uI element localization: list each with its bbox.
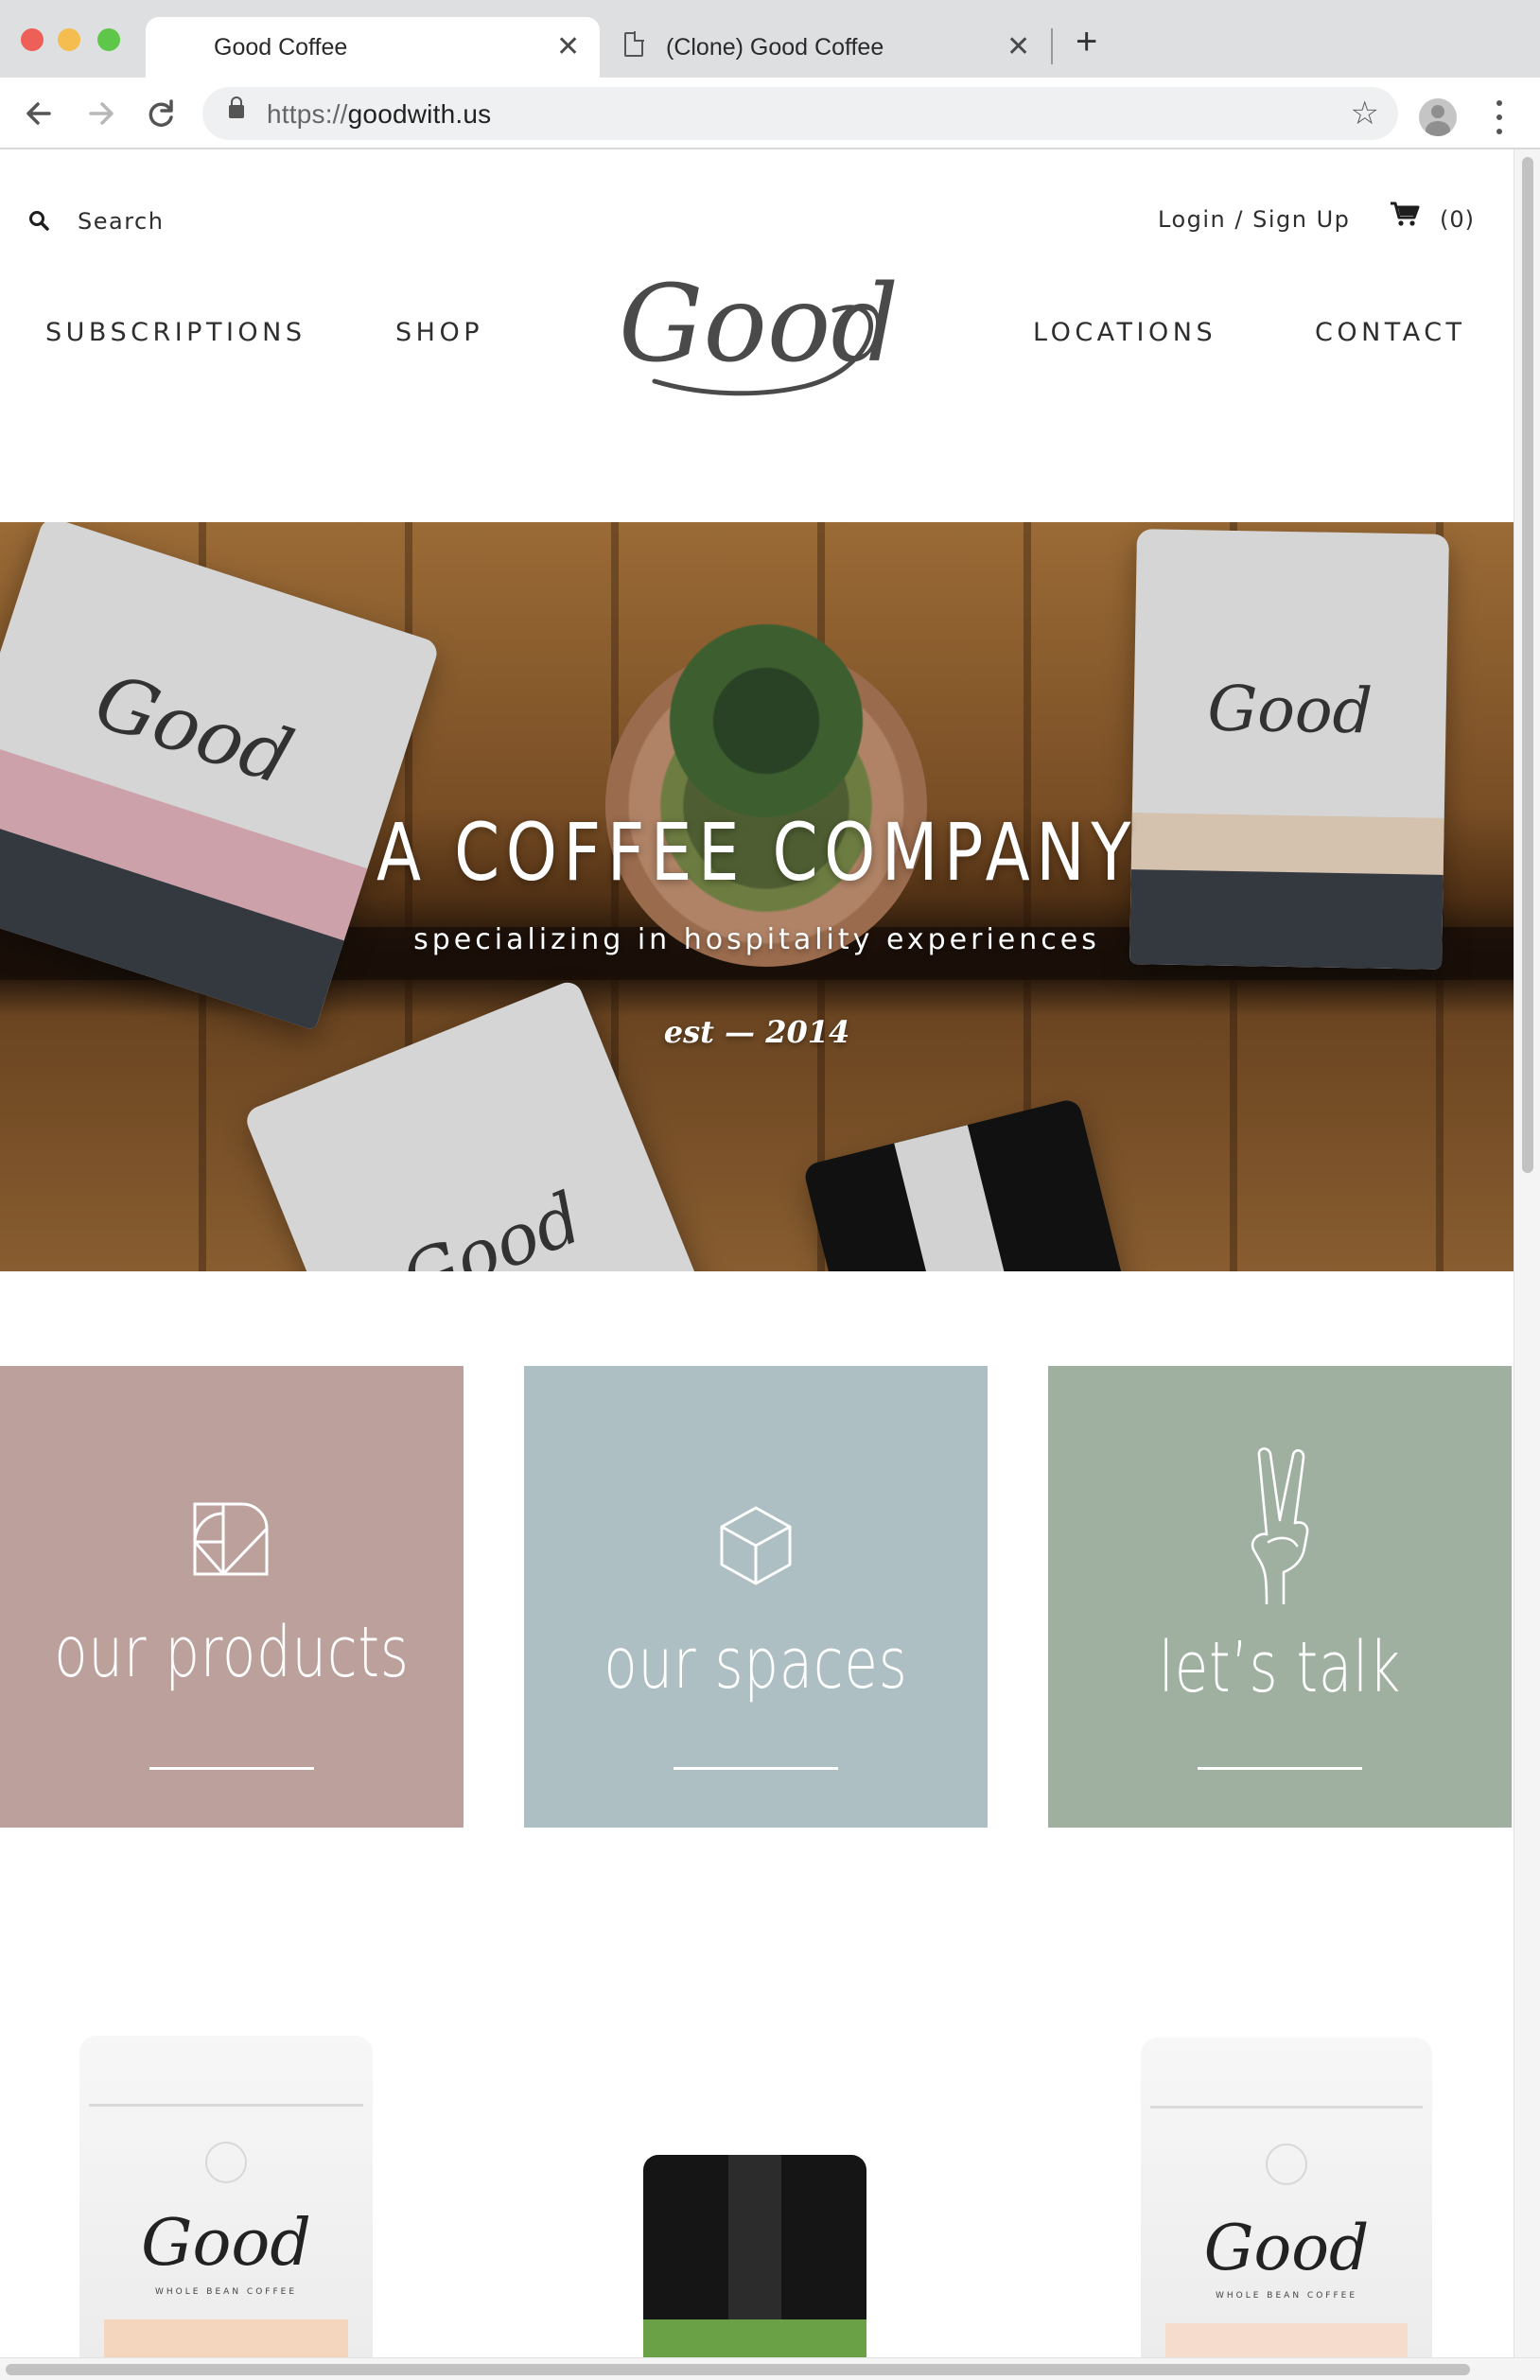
product-caption: WHOLE BEAN COFFEE <box>1215 2291 1358 2301</box>
logo-swash <box>652 305 874 396</box>
scrollbar-thumb[interactable] <box>6 2364 1470 2375</box>
tile-underline <box>1198 1767 1362 1770</box>
hero-title: A COFFEE COMPANY <box>376 806 1138 899</box>
address-bar[interactable]: https://goodwith.us ☆ <box>202 87 1398 140</box>
product-bag-black[interactable] <box>643 2155 866 2357</box>
tab-title: (Clone) Good Coffee <box>666 34 884 61</box>
profile-icon[interactable] <box>1419 98 1457 136</box>
nav-contact[interactable]: CONTACT <box>1315 318 1466 347</box>
bag-valve <box>1266 2144 1307 2185</box>
close-window-button[interactable] <box>21 28 44 51</box>
product-bag-white[interactable]: Good WHOLE BEAN COFFEE <box>1141 2038 1432 2357</box>
star-icon[interactable]: ☆ <box>1351 95 1379 132</box>
tile-label: our products <box>54 1612 410 1693</box>
tab-close-icon[interactable]: ✕ <box>556 28 580 66</box>
search-icon <box>29 211 49 231</box>
bag-valve <box>205 2142 247 2183</box>
page-viewport: Search Login / Sign Up (0) SUBSCRIPTIONS… <box>0 149 1514 2357</box>
scrollbar-thumb[interactable] <box>1522 157 1533 1173</box>
horizontal-scrollbar[interactable] <box>0 2357 1540 2380</box>
arrow-right-icon <box>89 102 114 125</box>
url-text[interactable]: https://goodwith.us <box>267 99 491 130</box>
reload-icon <box>149 99 173 127</box>
hero-banner: Good Good Good A COFFEE COMPANY speciali… <box>0 522 1514 1271</box>
tile-label: our spaces <box>604 1623 908 1705</box>
back-button[interactable] <box>17 91 62 136</box>
tile-our-spaces[interactable]: our spaces <box>524 1366 988 1828</box>
tab-close-icon[interactable]: ✕ <box>1006 28 1030 66</box>
browser-toolbar: https://goodwith.us ☆ <box>0 78 1540 149</box>
product-caption: WHOLE BEAN COFFEE <box>154 2287 298 2297</box>
zoom-window-button[interactable] <box>97 28 120 51</box>
tile-label: let’s talk <box>1158 1627 1402 1708</box>
geometric-shapes-icon <box>193 1502 269 1576</box>
tile-underline <box>674 1767 838 1770</box>
arrow-left-icon <box>26 102 51 125</box>
minimize-window-button[interactable] <box>58 28 80 51</box>
cube-icon <box>720 1506 792 1585</box>
peace-hand-icon <box>1251 1447 1309 1604</box>
tab-separator <box>1051 28 1053 64</box>
nav-locations[interactable]: LOCATIONS <box>1033 318 1216 347</box>
cart-count[interactable]: (0) <box>1440 206 1475 233</box>
tab-good-coffee[interactable]: Good Coffee ✕ <box>146 17 600 78</box>
lock-icon <box>229 96 244 118</box>
hero-established: est — 2014 <box>663 1014 850 1050</box>
new-tab-button[interactable]: + <box>1076 23 1097 61</box>
search-label: Search <box>78 208 165 235</box>
tile-our-products[interactable]: our products <box>0 1366 464 1828</box>
hero-subtitle: specializing in hospitality experiences <box>413 923 1100 956</box>
vertical-scrollbar[interactable] <box>1514 149 1540 2357</box>
cart-icon[interactable] <box>1389 201 1421 229</box>
product-logo: Good <box>141 2206 311 2281</box>
tile-underline <box>149 1767 314 1770</box>
login-signup-link[interactable]: Login / Sign Up <box>1158 206 1350 233</box>
tab-clone-good-coffee[interactable]: (Clone) Good Coffee ✕ <box>609 17 1042 78</box>
browser-tab-bar: Good Coffee ✕ (Clone) Good Coffee ✕ + <box>0 0 1540 78</box>
reload-button[interactable] <box>138 91 184 136</box>
tile-lets-talk[interactable]: let’s talk <box>1048 1366 1512 1828</box>
site-logo[interactable]: Good <box>617 254 901 414</box>
product-bag-white[interactable]: Good WHOLE BEAN COFFEE <box>79 2036 373 2357</box>
tab-title: Good Coffee <box>214 34 348 61</box>
document-icon <box>624 31 644 57</box>
kebab-menu-icon[interactable] <box>1489 98 1510 136</box>
nav-subscriptions[interactable]: SUBSCRIPTIONS <box>45 318 306 347</box>
forward-button[interactable] <box>78 91 123 136</box>
product-logo: Good <box>1203 2212 1370 2284</box>
nav-shop[interactable]: SHOP <box>395 318 483 347</box>
